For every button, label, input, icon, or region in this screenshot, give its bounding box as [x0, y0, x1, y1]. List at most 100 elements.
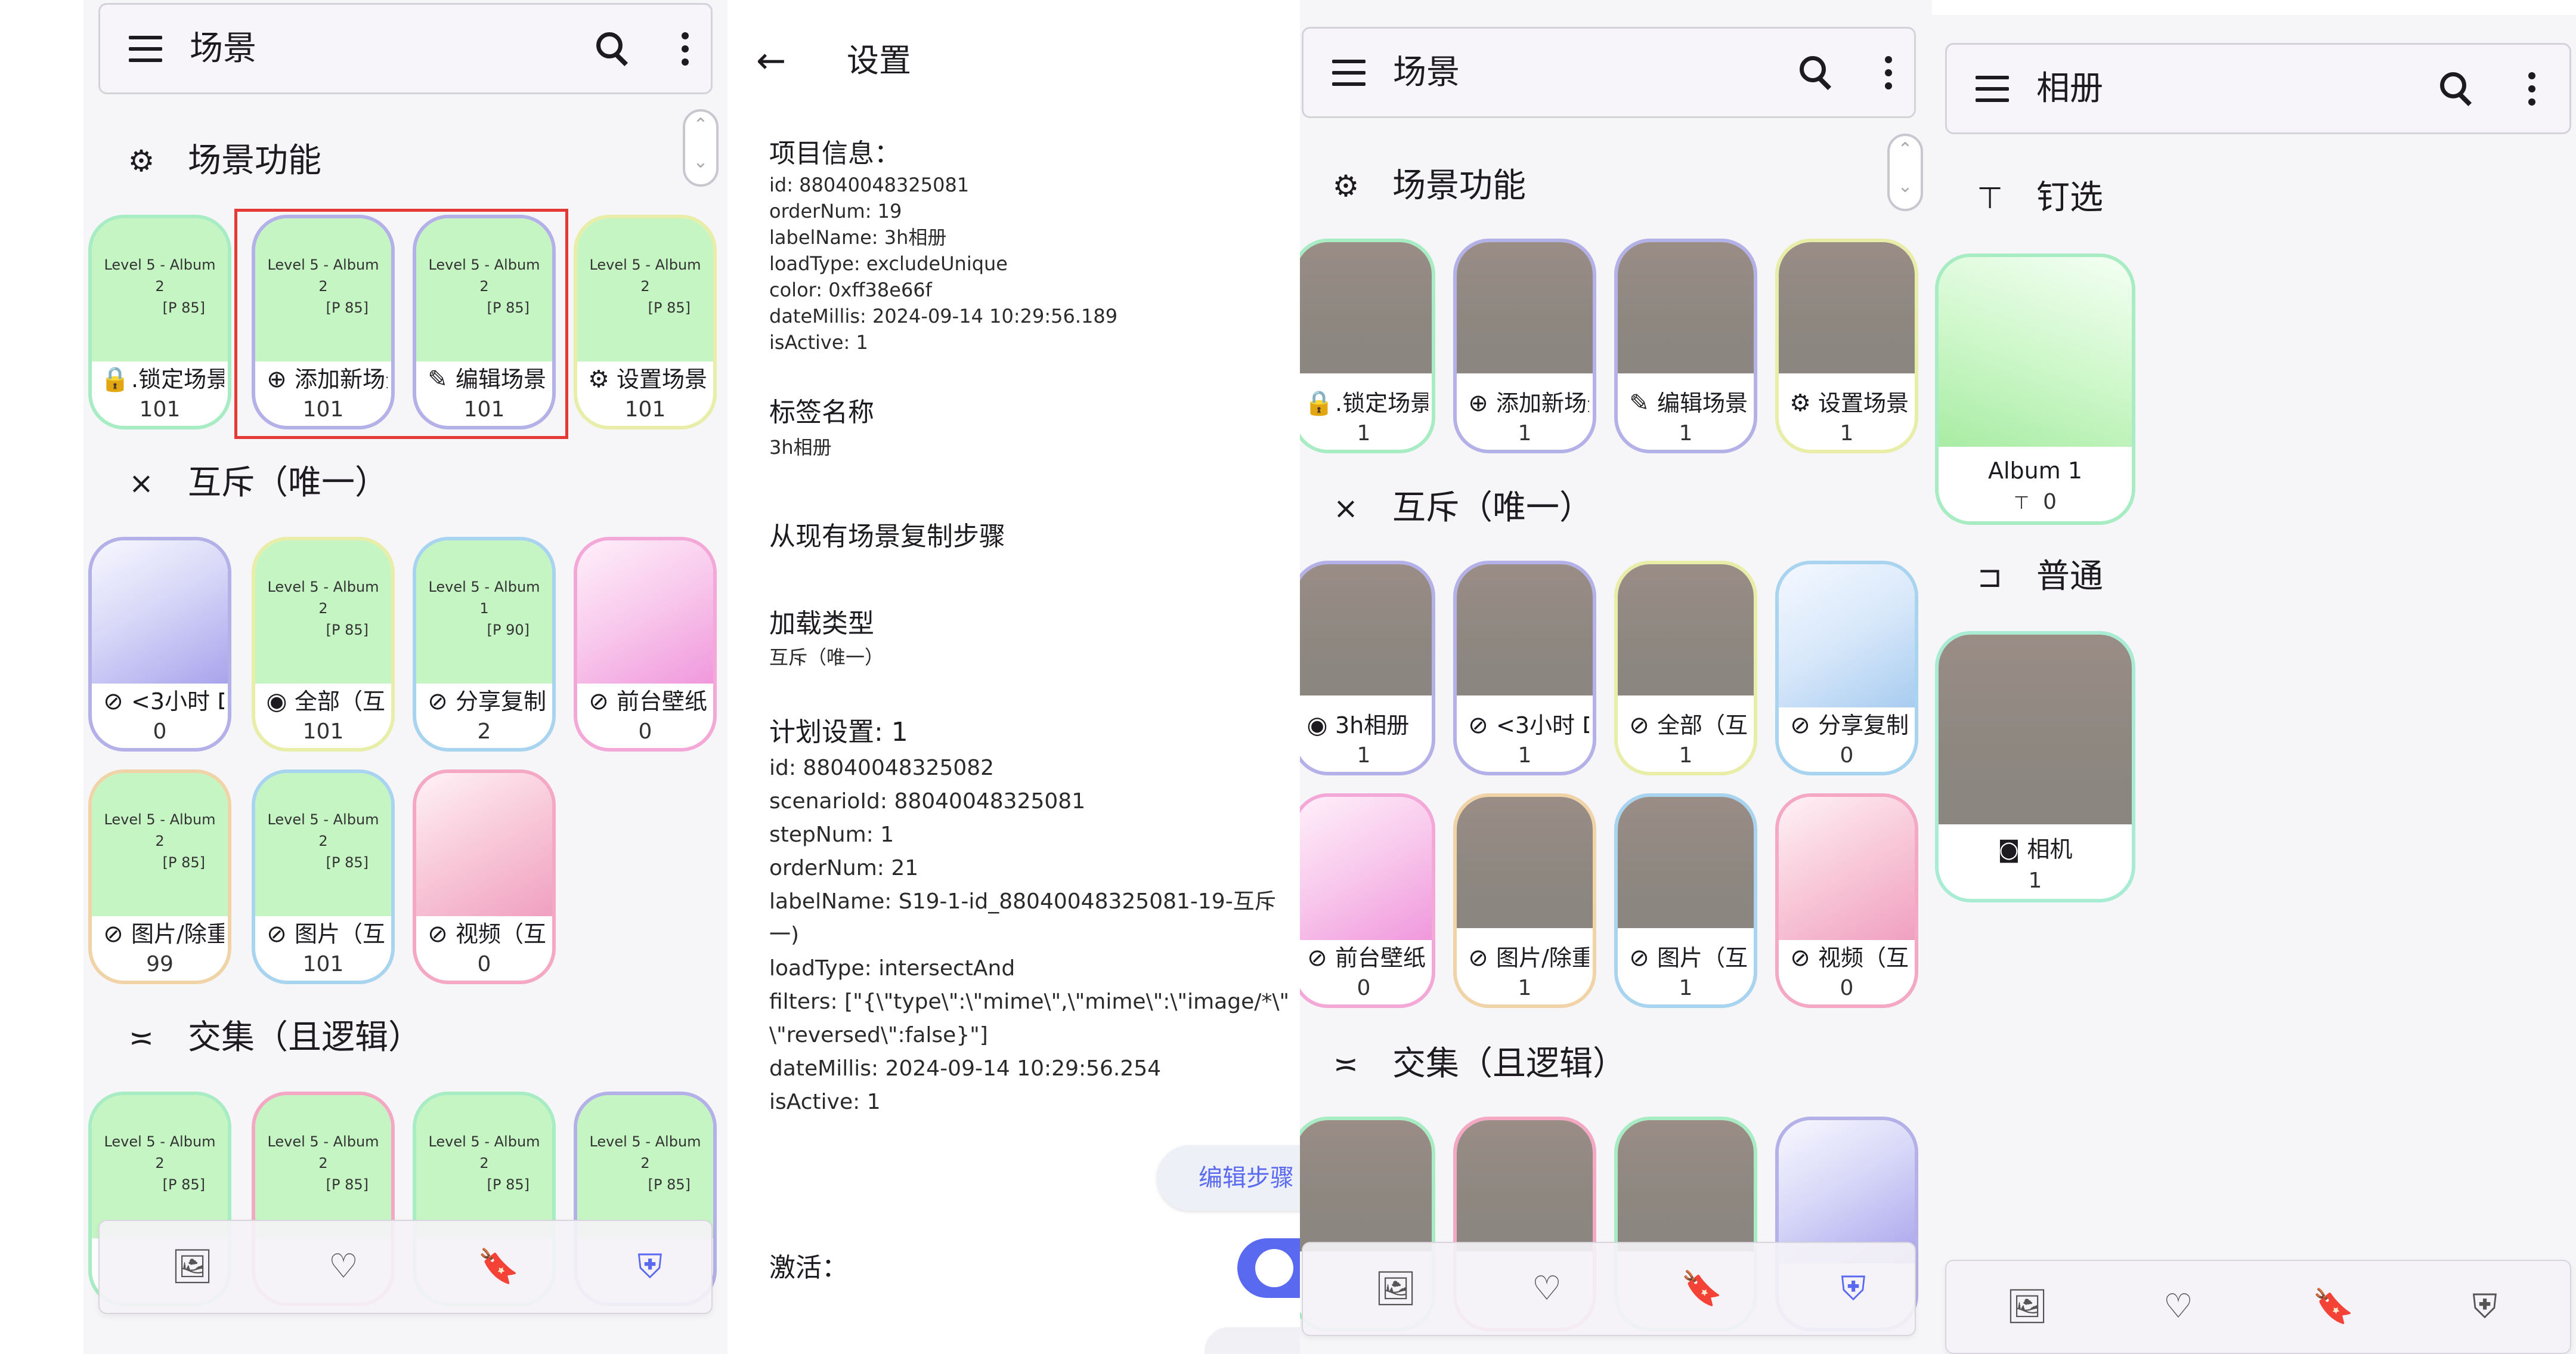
load-type-value[interactable]: 互斥（唯一）: [769, 644, 884, 670]
panel-albums: 相册 ⊤ 钉选 Album 1 ⊤ 0 ⊐ 普通 ◙ 相机 1 🖼 ♡ 🔖 ⛨: [1932, 0, 2576, 1354]
mute-icon: ⨯: [129, 466, 154, 500]
gear-icon: ⚙: [1332, 169, 1360, 203]
thumbnail: [1779, 564, 1915, 707]
load-type-title: 加载类型: [769, 608, 874, 639]
thumbnail: [1618, 1120, 1754, 1251]
album-card[interactable]: Album 1 ⊤ 0: [1935, 254, 2135, 525]
plan-line: filters: ["{\"type\":\"mime\",\"mime\":\…: [769, 990, 1288, 1014]
more-options-icon[interactable]: [1885, 55, 1892, 89]
scene-card[interactable]: Level 5 - Album 2 [P 85] ⊘ 图片（互 101: [252, 769, 395, 984]
scene-card[interactable]: Level 5 - Album 2 [P 85] ◉ 全部（互 101: [252, 537, 395, 752]
pin-icon: ⊤: [1977, 181, 2003, 215]
camera-icon: ◙: [1998, 836, 2020, 863]
more-options-icon[interactable]: [682, 32, 689, 66]
pin-icon: ⊤: [2014, 493, 2030, 514]
thumbnail: [92, 540, 228, 684]
label-name-title: 标签名称: [769, 397, 874, 428]
scene-card-settings[interactable]: Level 5 - Album 2 [P 85] ⚙ 设置场景 101: [574, 215, 717, 429]
plan-line: isActive: 1: [769, 1090, 881, 1114]
scene-card[interactable]: ◉ 3h相册 1: [1300, 561, 1435, 775]
shield-icon[interactable]: ⛨: [631, 1248, 669, 1286]
label-name-value[interactable]: 3h相册: [769, 434, 832, 460]
menu-icon[interactable]: [1332, 59, 1366, 86]
mute-icon: ⨯: [1333, 491, 1358, 525]
album-icon[interactable]: 🔖: [2312, 1288, 2354, 1326]
scroll-handle[interactable]: [1887, 134, 1923, 211]
album-card[interactable]: ◙ 相机 1: [1935, 631, 2135, 902]
scene-card[interactable]: ⊘ 图片/除重 1: [1453, 793, 1596, 1008]
menu-icon[interactable]: [129, 35, 162, 62]
block-icon: ⊘: [1629, 944, 1649, 972]
edit-steps-button[interactable]: 编辑步骤: [1157, 1145, 1306, 1211]
thumbnail: [1779, 242, 1915, 373]
info-line: dateMillis: 2024-09-14 10:29:56.189: [769, 305, 1118, 327]
page-title: 相册: [2036, 69, 2103, 108]
plan-line: labelName: S19-1-id_88040048325081-19-互斥…: [769, 889, 1288, 914]
page-title: 设置: [847, 42, 911, 79]
scene-card-settings[interactable]: ⚙ 设置场景 1: [1775, 239, 1918, 453]
page-title: 场景: [1393, 52, 1460, 92]
scene-card-edit[interactable]: ✎ 编辑场景 1: [1614, 239, 1757, 453]
pencil-icon: ✎: [1629, 389, 1649, 417]
thumbnail: [577, 540, 713, 684]
info-line: labelName: 3h相册: [769, 226, 947, 249]
filter-icon: ≍: [1333, 1047, 1358, 1081]
section-header: ≍ 交集（且逻辑）: [1327, 1045, 1626, 1083]
thumbnail: [1300, 1120, 1432, 1251]
album-icon[interactable]: 🔖: [1681, 1270, 1723, 1308]
gear-icon: ⚙: [588, 366, 609, 393]
active-toggle[interactable]: [1237, 1238, 1300, 1298]
plan-line: \"reversed\":false}"]: [769, 1023, 988, 1047]
scene-card-lock[interactable]: 🔒 .锁定场景 1: [1300, 239, 1435, 453]
scene-card[interactable]: ⊘ 全部（互 1: [1614, 561, 1757, 775]
top-app-bar: 场景: [1302, 27, 1916, 118]
label-icon: ⊐: [1977, 559, 2002, 594]
album-icon[interactable]: 🔖: [478, 1248, 519, 1286]
info-line: orderNum: 19: [769, 200, 902, 222]
scene-card[interactable]: Level 5 - Album 2 [P 85] ⊘ 图片/除重 99: [88, 769, 231, 984]
scene-card[interactable]: ⊘ 视频（互 0: [1775, 793, 1918, 1008]
scene-card[interactable]: ⊘ 分享复制 0: [1775, 561, 1918, 775]
search-icon[interactable]: [595, 31, 631, 67]
heart-icon[interactable]: ♡: [1528, 1270, 1566, 1308]
add-circle-icon: ⊕: [1468, 389, 1488, 417]
back-arrow-icon[interactable]: ←: [756, 42, 786, 80]
photos-icon[interactable]: 🖼: [2006, 1288, 2048, 1326]
plan-line: stepNum: 1: [769, 823, 894, 847]
menu-icon[interactable]: [1976, 75, 2009, 102]
more-options-icon[interactable]: [2528, 72, 2535, 106]
thumbnail: [1300, 242, 1432, 373]
scene-card[interactable]: ⊘ 图片（互 1: [1614, 793, 1757, 1008]
shield-icon[interactable]: ⛨: [1834, 1270, 1872, 1308]
thumbnail: [1457, 797, 1593, 928]
block-icon: ⊘: [428, 688, 448, 715]
block-icon: ⊘: [428, 920, 448, 948]
plan-line: dateMillis: 2024-09-14 10:29:56.254: [769, 1056, 1162, 1081]
info-line: isActive: 1: [769, 331, 868, 354]
section-header: ⊐ 普通: [1971, 558, 2103, 596]
photos-icon[interactable]: 🖼: [171, 1248, 213, 1286]
heart-icon[interactable]: ♡: [324, 1248, 363, 1286]
search-icon[interactable]: [1798, 55, 1834, 91]
scene-card[interactable]: Level 5 - Album 1 [P 90] ⊘ 分享复制 2: [413, 537, 556, 752]
scene-card-lock[interactable]: Level 5 - Album 2 [P 85] 🔒 .锁定场景 101: [88, 215, 231, 429]
highlight-box: [234, 209, 568, 439]
thumbnail: [1779, 797, 1915, 940]
scene-card[interactable]: ⊘<3小时 D 1: [1453, 561, 1596, 775]
shield-icon[interactable]: ⛨: [2466, 1288, 2504, 1326]
scene-card[interactable]: ⊘ 前台壁纸 0: [574, 537, 717, 752]
scene-card[interactable]: ⊘ 视频（互 0: [413, 769, 556, 984]
scroll-handle[interactable]: [683, 109, 719, 187]
plan-line: orderNum: 21: [769, 856, 919, 880]
top-app-bar: 场景: [98, 3, 713, 94]
scene-card[interactable]: ⊘<3小时 D 0: [88, 537, 231, 752]
photos-icon[interactable]: 🖼: [1374, 1270, 1417, 1308]
scene-card-add[interactable]: ⊕添加新场景 1: [1453, 239, 1596, 453]
section-header: ⨯ 互斥（唯一）: [122, 464, 388, 502]
thumbnail: [1618, 564, 1754, 695]
block-icon: ⊘: [1790, 944, 1810, 972]
heart-icon[interactable]: ♡: [2159, 1288, 2197, 1326]
search-icon[interactable]: [2439, 71, 2475, 107]
scene-card[interactable]: ⊘ 前台壁纸 0: [1300, 793, 1435, 1008]
copy-steps-link[interactable]: 从现有场景复制步骤: [769, 520, 1005, 554]
